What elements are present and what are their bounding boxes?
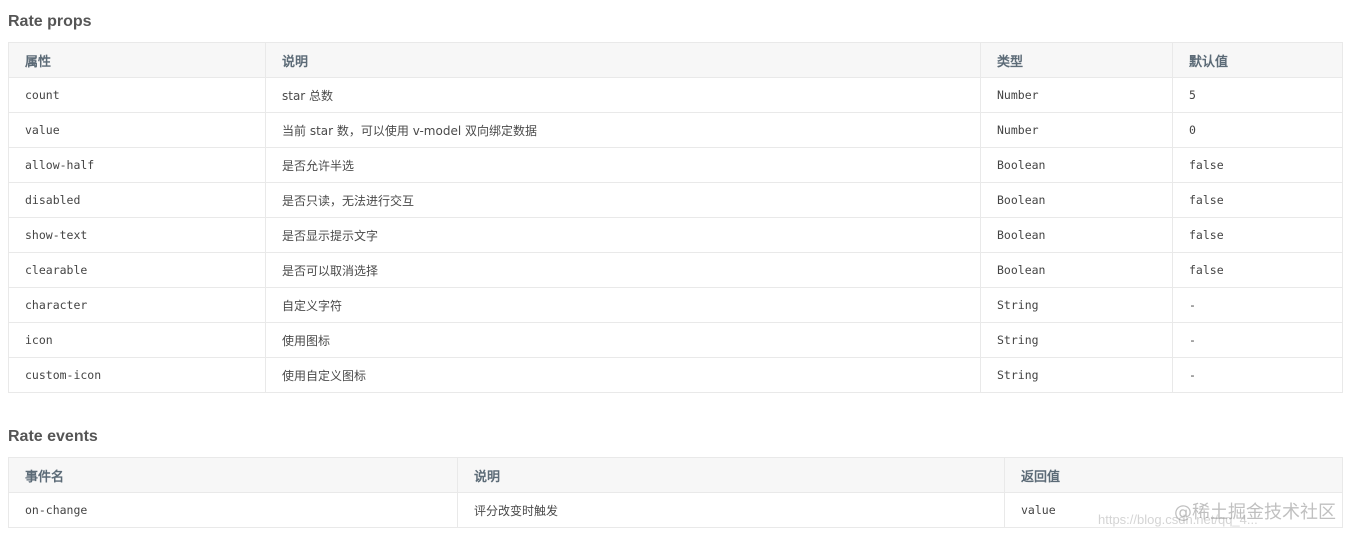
prop-name: character	[8, 287, 266, 323]
table-row: allow-half 是否允许半选 Boolean false	[8, 147, 1343, 183]
props-table: 属性 说明 类型 默认值 count star 总数 Number 5 valu…	[8, 42, 1343, 393]
table-row: character 自定义字符 String -	[8, 287, 1343, 323]
prop-desc: star 总数	[265, 77, 981, 113]
prop-default: false	[1172, 252, 1343, 288]
prop-type: Boolean	[980, 252, 1173, 288]
table-row: on-change 评分改变时触发 value	[8, 492, 1343, 528]
prop-name: icon	[8, 322, 266, 358]
prop-default: 5	[1172, 77, 1343, 113]
prop-desc: 自定义字符	[265, 287, 981, 323]
prop-type: Number	[980, 112, 1173, 148]
prop-name: clearable	[8, 252, 266, 288]
prop-default: false	[1172, 182, 1343, 218]
prop-desc: 是否允许半选	[265, 147, 981, 183]
prop-type: Boolean	[980, 217, 1173, 253]
prop-name: value	[8, 112, 266, 148]
prop-default: false	[1172, 217, 1343, 253]
prop-type: Number	[980, 77, 1173, 113]
event-return: value	[1004, 492, 1343, 528]
prop-name: show-text	[8, 217, 266, 253]
prop-name: count	[8, 77, 266, 113]
events-section-title: Rate events	[8, 428, 98, 445]
prop-default: -	[1172, 287, 1343, 323]
table-row: clearable 是否可以取消选择 Boolean false	[8, 252, 1343, 288]
props-header-attr: 属性	[8, 42, 266, 78]
prop-type: Boolean	[980, 182, 1173, 218]
events-table: 事件名 说明 返回值 on-change 评分改变时触发 value	[8, 457, 1343, 528]
events-header-desc: 说明	[457, 457, 1005, 493]
table-row: custom-icon 使用自定义图标 String -	[8, 357, 1343, 393]
events-header-row: 事件名 说明 返回值	[8, 457, 1343, 493]
prop-desc: 使用图标	[265, 322, 981, 358]
table-row: icon 使用图标 String -	[8, 322, 1343, 358]
prop-type: String	[980, 287, 1173, 323]
props-header-type: 类型	[980, 42, 1173, 78]
prop-type: String	[980, 322, 1173, 358]
prop-desc: 是否显示提示文字	[265, 217, 981, 253]
event-desc: 评分改变时触发	[457, 492, 1005, 528]
prop-desc: 使用自定义图标	[265, 357, 981, 393]
props-section-title: Rate props	[8, 13, 92, 30]
table-row: disabled 是否只读，无法进行交互 Boolean false	[8, 182, 1343, 218]
events-header-name: 事件名	[8, 457, 458, 493]
prop-desc: 是否可以取消选择	[265, 252, 981, 288]
prop-name: disabled	[8, 182, 266, 218]
props-header-default: 默认值	[1172, 42, 1343, 78]
prop-name: allow-half	[8, 147, 266, 183]
prop-type: Boolean	[980, 147, 1173, 183]
table-row: value 当前 star 数，可以使用 v-model 双向绑定数据 Numb…	[8, 112, 1343, 148]
prop-default: -	[1172, 357, 1343, 393]
events-header-return: 返回值	[1004, 457, 1343, 493]
prop-name: custom-icon	[8, 357, 266, 393]
props-header-row: 属性 说明 类型 默认值	[8, 42, 1343, 78]
prop-desc: 当前 star 数，可以使用 v-model 双向绑定数据	[265, 112, 981, 148]
prop-type: String	[980, 357, 1173, 393]
prop-default: false	[1172, 147, 1343, 183]
prop-default: -	[1172, 322, 1343, 358]
prop-default: 0	[1172, 112, 1343, 148]
event-name: on-change	[8, 492, 458, 528]
props-header-desc: 说明	[265, 42, 981, 78]
table-row: show-text 是否显示提示文字 Boolean false	[8, 217, 1343, 253]
table-row: count star 总数 Number 5	[8, 77, 1343, 113]
prop-desc: 是否只读，无法进行交互	[265, 182, 981, 218]
